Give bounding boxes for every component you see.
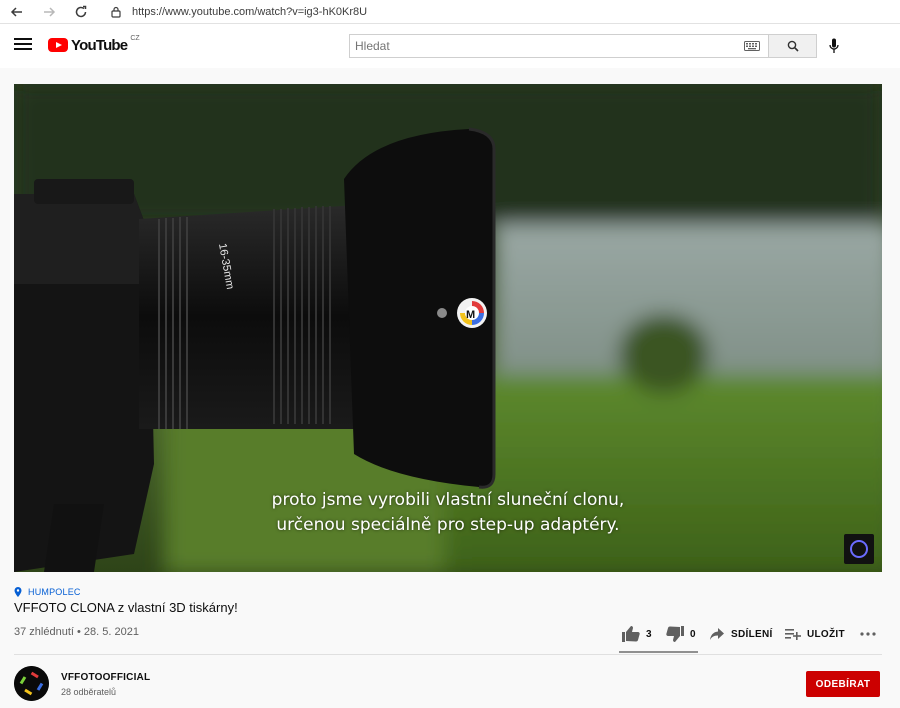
like-button[interactable]: 3: [622, 620, 652, 648]
subscriber-count: 28 odběratelů: [61, 687, 117, 697]
video-player[interactable]: 16-35mm M proto jsme vyrobili vlastní sl…: [14, 84, 882, 572]
divider: [14, 654, 882, 655]
thumbs-up-icon: [622, 626, 640, 642]
location-link[interactable]: HUMPOLEC: [14, 587, 81, 597]
subtitle-line-2: určenou speciálně pro step-up adaptéry.: [276, 515, 620, 535]
playlist-add-icon: [785, 629, 801, 640]
thumbs-down-icon: [666, 626, 684, 642]
video-title: VFFOTO CLONA z vlastní 3D tiskárny!: [14, 600, 238, 615]
sentiment-bar: [619, 651, 698, 653]
mic-icon[interactable]: [826, 37, 842, 55]
share-label: SDÍLENÍ: [731, 628, 773, 640]
back-button[interactable]: [7, 2, 27, 22]
keyboard-icon[interactable]: [740, 35, 764, 57]
country-code: CZ: [130, 35, 140, 42]
arrow-right-icon: [44, 7, 56, 17]
youtube-header: YouTube CZ: [0, 24, 900, 68]
search-button[interactable]: [769, 34, 817, 58]
avatar-logo-icon: [14, 666, 49, 701]
reload-icon: [75, 5, 87, 18]
lock-icon: [108, 2, 124, 22]
location-text: HUMPOLEC: [28, 587, 81, 597]
share-icon: [710, 628, 724, 640]
subscribe-button[interactable]: ODEBÍRAT: [806, 671, 880, 697]
save-button[interactable]: ULOŽIT: [785, 620, 845, 648]
address-bar[interactable]: https://www.youtube.com/watch?v=ig3-hK0K…: [108, 2, 367, 22]
channel-name[interactable]: VFFOTOOFFICIAL: [61, 672, 150, 683]
more-actions-button[interactable]: [860, 620, 876, 648]
youtube-logo[interactable]: YouTube CZ: [48, 35, 140, 54]
location-pin-icon: [14, 587, 22, 597]
video-meta: 37 zhlédnutí • 28. 5. 2021: [14, 626, 139, 638]
url-text: https://www.youtube.com/watch?v=ig3-hK0K…: [132, 6, 368, 18]
search-input[interactable]: [350, 35, 740, 57]
search-box: [349, 34, 769, 58]
search-icon: [787, 40, 799, 52]
dislike-count: 0: [690, 628, 696, 640]
arrow-left-icon: [10, 7, 22, 17]
svg-text:M: M: [466, 309, 475, 321]
forward-button[interactable]: [39, 2, 59, 22]
play-logo-icon: [48, 38, 68, 52]
subtitle-line-1: proto jsme vyrobili vlastní sluneční clo…: [271, 490, 625, 510]
more-horiz-icon: [860, 632, 876, 636]
channel-avatar[interactable]: [14, 666, 49, 701]
save-label: ULOŽIT: [807, 628, 845, 640]
like-count: 3: [646, 628, 652, 640]
menu-icon[interactable]: [14, 38, 32, 52]
reload-button[interactable]: [71, 2, 91, 22]
browser-toolbar: https://www.youtube.com/watch?v=ig3-hK0K…: [0, 0, 900, 24]
dislike-button[interactable]: 0: [666, 620, 696, 648]
share-button[interactable]: SDÍLENÍ: [710, 620, 773, 648]
logo-text: YouTube: [71, 37, 128, 54]
